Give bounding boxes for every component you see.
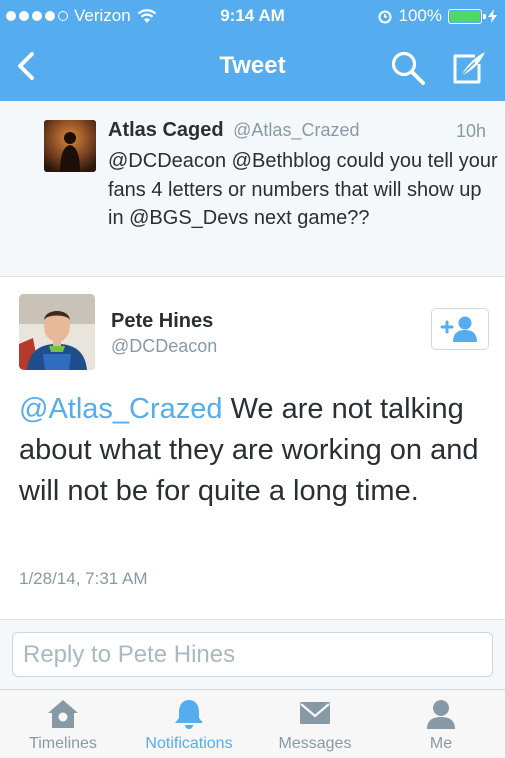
nav-bar: Tweet	[0, 34, 505, 101]
author-handle[interactable]: @Atlas_Crazed	[233, 120, 359, 140]
tab-label: Notifications	[145, 735, 233, 752]
mention-link[interactable]: @Atlas_Crazed	[19, 393, 223, 425]
tab-notifications[interactable]: Notifications	[134, 690, 244, 758]
compose-icon[interactable]	[449, 50, 487, 86]
battery-icon	[448, 8, 486, 24]
avatar[interactable]	[19, 294, 95, 370]
focused-tweet: Pete Hines @DCDeacon @Atlas_Crazed We ar…	[0, 277, 505, 619]
author-name[interactable]: Pete Hines	[111, 310, 213, 333]
tweet-text: @Atlas_Crazed We are not talking about w…	[19, 389, 489, 512]
status-right: 100%	[377, 6, 497, 26]
alarm-clock-icon	[378, 10, 392, 24]
tweet-age: 10h	[455, 121, 486, 141]
in-reply-to-tweet[interactable]: Atlas Caged @Atlas_Crazed 10h @DCDeacon …	[0, 101, 505, 277]
reply-bar	[0, 619, 505, 689]
avatar[interactable]	[44, 120, 96, 172]
avatar-image	[44, 120, 96, 172]
tab-timelines[interactable]: Timelines	[16, 690, 110, 758]
reply-input[interactable]	[12, 632, 493, 677]
tweet-timestamp: 1/28/14, 7:31 AM	[19, 569, 148, 588]
nav-title: Tweet	[219, 52, 286, 79]
tab-label: Me	[429, 735, 453, 752]
bell-icon	[175, 700, 203, 729]
author-name[interactable]: Atlas Caged	[108, 119, 224, 141]
envelope-icon	[300, 702, 330, 724]
battery-percent: 100%	[398, 6, 442, 25]
charging-bolt-icon	[488, 9, 497, 23]
search-icon[interactable]	[390, 50, 426, 86]
person-icon	[427, 700, 455, 729]
tab-me[interactable]: Me	[396, 690, 486, 758]
tweet-text: @DCDeacon @Bethblog could you tell your …	[108, 150, 498, 229]
tab-label: Timelines	[29, 735, 97, 752]
tab-bar: Timelines Notifications Messages Me	[0, 689, 505, 758]
avatar-image	[19, 294, 95, 370]
tab-messages[interactable]: Messages	[266, 690, 364, 758]
author-handle[interactable]: @DCDeacon	[111, 336, 217, 357]
home-icon	[48, 700, 78, 728]
tab-label: Messages	[278, 735, 352, 752]
top-bar: Verizon 9:14 AM 100% Tweet	[0, 0, 505, 101]
status-bar: Verizon 9:14 AM 100%	[0, 0, 505, 34]
follow-button[interactable]	[431, 308, 489, 350]
tweet-header: Atlas Caged @Atlas_Crazed 10h	[108, 119, 486, 142]
add-user-icon	[440, 316, 477, 342]
